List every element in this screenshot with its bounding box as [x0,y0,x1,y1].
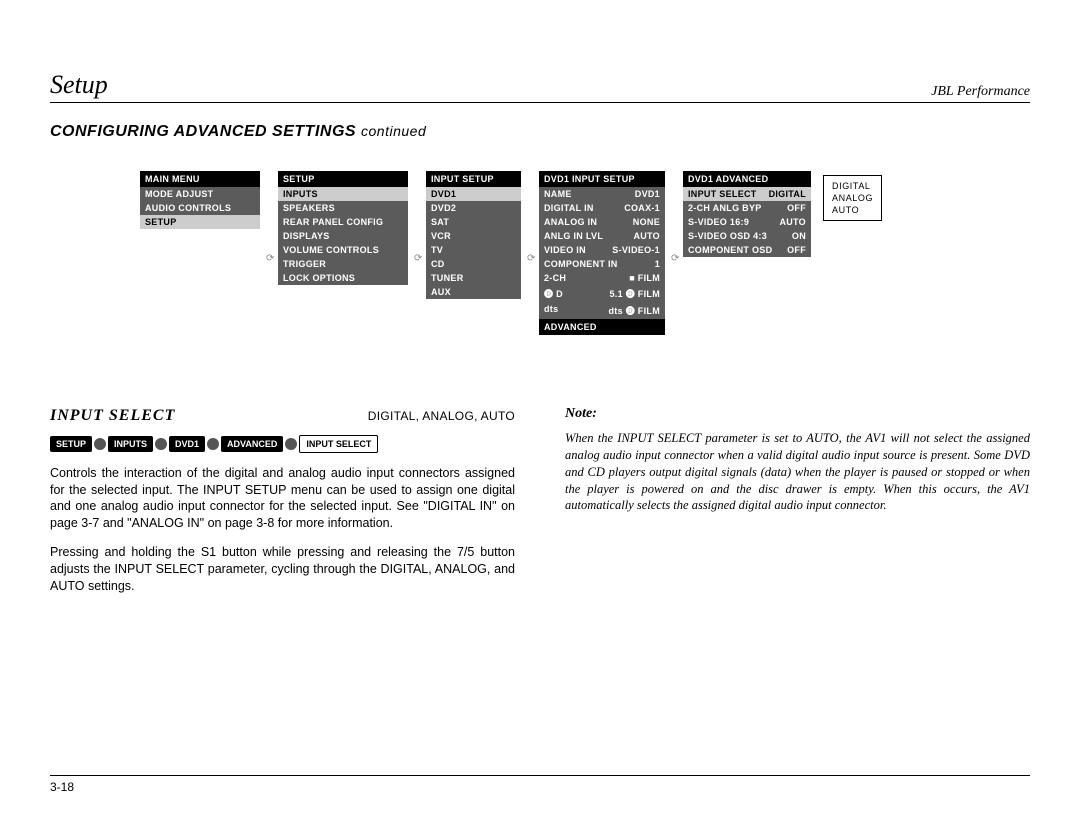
menu-dvd1-input: DVD1 INPUT SETUP NAMEDVD1 DIGITAL INCOAX… [539,171,665,335]
menu-row: ANALOG INNONE [539,215,665,229]
knob-icon [155,438,167,450]
crumb: ADVANCED [221,436,283,452]
menu-item: REAR PANEL CONFIG [278,215,408,229]
crumb: DVD1 [169,436,205,452]
menu-row: NAMEDVD1 [539,187,665,201]
menu-main: MAIN MENU MODE ADJUST AUDIO CONTROLS SET… [140,171,260,229]
arrow-icon: ⟳ [414,253,420,264]
body-paragraph: Controls the interaction of the digital … [50,465,515,533]
menu-title: SETUP [278,171,408,187]
menu-title: MAIN MENU [140,171,260,187]
menu-row: dtsdts 🅓 FILM [539,302,665,319]
menu-item: AUDIO CONTROLS [140,201,260,215]
menu-row: S-VIDEO 16:9AUTO [683,215,811,229]
menu-bottom: ADVANCED [539,319,665,335]
menu-row: INPUT SELECTDIGITAL [683,187,811,201]
menu-row: ANLG IN LVLAUTO [539,229,665,243]
header-right: JBL Performance [931,84,1030,100]
menu-row: COMPONENT OSDOFF [683,243,811,257]
menu-item: INPUTS [278,187,408,201]
popup-option: AUTO [832,204,873,216]
menu-item: CD [426,257,521,271]
right-column: Note: When the INPUT SELECT parameter is… [565,405,1030,607]
breadcrumb: SETUP INPUTS DVD1 ADVANCED INPUT SELECT [50,435,515,453]
note-heading: Note: [565,405,1030,424]
section-title: INPUT SELECT [50,405,175,427]
menu-item: DVD2 [426,201,521,215]
popup-option: DIGITAL [832,180,873,192]
crumb: INPUT SELECT [299,435,378,453]
crumb: INPUTS [108,436,153,452]
menu-item: SAT [426,215,521,229]
arrow-icon: ⟳ [266,253,272,264]
arrow-icon: ⟳ [527,253,533,264]
menu-item: VOLUME CONTROLS [278,243,408,257]
menu-row: DIGITAL INCOAX-1 [539,201,665,215]
menu-title: DVD1 ADVANCED [683,171,811,187]
menu-setup: SETUP INPUTS SPEAKERS REAR PANEL CONFIG … [278,171,408,285]
menu-item: VCR [426,229,521,243]
body-paragraph: Pressing and holding the S1 button while… [50,544,515,595]
menu-item: MODE ADJUST [140,187,260,201]
menu-row: COMPONENT IN1 [539,257,665,271]
popup-option: ANALOG [832,192,873,204]
subheading: CONFIGURING ADVANCED SETTINGS continued [50,123,1030,141]
menu-item: DISPLAYS [278,229,408,243]
menu-row: VIDEO INS-VIDEO-1 [539,243,665,257]
note-body: When the INPUT SELECT parameter is set t… [565,430,1030,514]
menu-row: S-VIDEO OSD 4:3ON [683,229,811,243]
menu-item: LOCK OPTIONS [278,271,408,285]
options-popup: DIGITAL ANALOG AUTO [823,175,882,221]
section-options: DIGITAL, ANALOG, AUTO [368,408,515,424]
page-number: 3-18 [50,775,1030,794]
menu-item: AUX [426,285,521,299]
left-column: INPUT SELECT DIGITAL, ANALOG, AUTO SETUP… [50,405,515,607]
menu-row: 2-CH■ FILM [539,271,665,285]
subheading-main: CONFIGURING ADVANCED SETTINGS [50,123,356,140]
menu-title: DVD1 INPUT SETUP [539,171,665,187]
page-header: Setup JBL Performance [50,70,1030,103]
crumb: SETUP [50,436,92,452]
subheading-cont: continued [361,123,426,139]
knob-icon [285,438,297,450]
menu-item: TUNER [426,271,521,285]
knob-icon [94,438,106,450]
menu-item: TV [426,243,521,257]
knob-icon [207,438,219,450]
menu-row: 2-CH ANLG BYPOFF [683,201,811,215]
menu-dvd1-advanced: DVD1 ADVANCED INPUT SELECTDIGITAL 2-CH A… [683,171,811,257]
menu-item: TRIGGER [278,257,408,271]
menu-flow: MAIN MENU MODE ADJUST AUDIO CONTROLS SET… [140,171,1030,335]
arrow-icon: ⟳ [671,253,677,264]
menu-title: INPUT SETUP [426,171,521,187]
menu-item: SPEAKERS [278,201,408,215]
menu-row: 🅓 D5.1 🅓 FILM [539,285,665,302]
menu-item: SETUP [140,215,260,229]
menu-item: DVD1 [426,187,521,201]
header-left: Setup [50,70,108,100]
menu-input-setup: INPUT SETUP DVD1 DVD2 SAT VCR TV CD TUNE… [426,171,521,299]
